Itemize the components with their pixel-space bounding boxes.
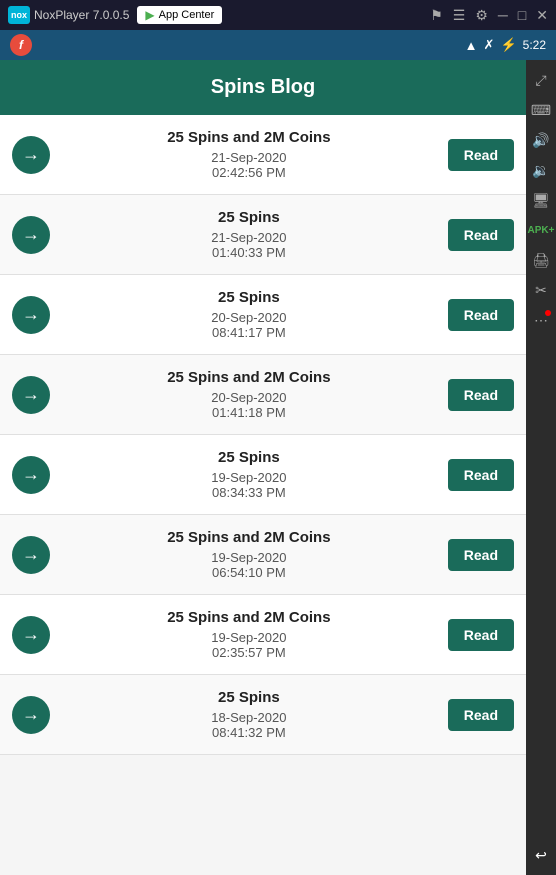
app-header: Spins Blog: [0, 60, 526, 115]
right-sidebar: ⤢ ⌨ 🔊 🔉 🖥 APK+ 🖨 ✂ ⋯ ↩: [526, 60, 556, 875]
expand-icon[interactable]: ⤢: [529, 68, 553, 92]
blog-date-4: 20-Sep-2020: [60, 390, 438, 405]
blog-info-8: 25 Spins 18-Sep-2020 08:41:32 PM: [50, 689, 448, 740]
blog-list-item: → 25 Spins 20-Sep-2020 08:41:17 PM Read: [0, 275, 526, 355]
blog-time-4: 01:41:18 PM: [60, 405, 438, 420]
read-button-6[interactable]: Read: [448, 539, 514, 571]
more-icon[interactable]: ⋯: [529, 308, 553, 332]
battery-charge-icon: ⚡: [500, 37, 516, 53]
nox-title: NoxPlayer 7.0.0.5: [34, 8, 129, 22]
blog-list-item: → 25 Spins 19-Sep-2020 08:34:33 PM Read: [0, 435, 526, 515]
blog-info-5: 25 Spins 19-Sep-2020 08:34:33 PM: [50, 449, 448, 500]
arrow-button-2[interactable]: →: [12, 216, 50, 254]
scissors-icon[interactable]: ✂: [529, 278, 553, 302]
status-time: 5:22: [523, 38, 546, 52]
blog-date-3: 20-Sep-2020: [60, 310, 438, 325]
arrow-button-8[interactable]: →: [12, 696, 50, 734]
title-bar-right: ⚑ ☰ ⚙ ─ □ ✕: [430, 7, 548, 24]
play-icon: ▶: [145, 8, 154, 22]
blog-date-2: 21-Sep-2020: [60, 230, 438, 245]
blog-list-item: → 25 Spins 18-Sep-2020 08:41:32 PM Read: [0, 675, 526, 755]
blog-info-3: 25 Spins 20-Sep-2020 08:41:17 PM: [50, 289, 448, 340]
read-button-8[interactable]: Read: [448, 699, 514, 731]
blog-time-2: 01:40:33 PM: [60, 245, 438, 260]
back-icon[interactable]: ↩: [529, 843, 553, 867]
blog-title-5: 25 Spins: [60, 449, 438, 466]
title-bar-left: nox NoxPlayer 7.0.0.5 ▶ App Center: [8, 6, 222, 24]
blog-time-3: 08:41:17 PM: [60, 325, 438, 340]
blog-time-6: 06:54:10 PM: [60, 565, 438, 580]
read-button-3[interactable]: Read: [448, 299, 514, 331]
blog-list-item: → 25 Spins and 2M Coins 20-Sep-2020 01:4…: [0, 355, 526, 435]
nox-logo-icon: nox: [8, 6, 30, 24]
blog-list-item: → 25 Spins and 2M Coins 19-Sep-2020 02:3…: [0, 595, 526, 675]
status-bar: f ▲ ✗ ⚡ 5:22: [0, 30, 556, 60]
arrow-button-1[interactable]: →: [12, 136, 50, 174]
close-button[interactable]: ✕: [536, 7, 548, 24]
arrow-button-5[interactable]: →: [12, 456, 50, 494]
blog-info-2: 25 Spins 21-Sep-2020 01:40:33 PM: [50, 209, 448, 260]
blog-date-6: 19-Sep-2020: [60, 550, 438, 565]
arrow-button-6[interactable]: →: [12, 536, 50, 574]
blog-time-5: 08:34:33 PM: [60, 485, 438, 500]
keyboard-icon[interactable]: ⌨: [529, 98, 553, 122]
blog-title-2: 25 Spins: [60, 209, 438, 226]
blog-list: → 25 Spins and 2M Coins 21-Sep-2020 02:4…: [0, 115, 526, 755]
blog-time-8: 08:41:32 PM: [60, 725, 438, 740]
blog-list-item: → 25 Spins and 2M Coins 19-Sep-2020 06:5…: [0, 515, 526, 595]
add-apk-icon[interactable]: APK+: [529, 218, 553, 242]
blog-list-item: → 25 Spins 21-Sep-2020 01:40:33 PM Read: [0, 195, 526, 275]
read-button-1[interactable]: Read: [448, 139, 514, 171]
blog-time-1: 02:42:56 PM: [60, 165, 438, 180]
blog-date-8: 18-Sep-2020: [60, 710, 438, 725]
screen-icon[interactable]: 🖥: [529, 188, 553, 212]
wifi-icon: ▲: [465, 38, 478, 53]
volume-down-icon[interactable]: 🔉: [529, 158, 553, 182]
menu-icon[interactable]: ☰: [453, 7, 466, 24]
arrow-button-7[interactable]: →: [12, 616, 50, 654]
blog-info-1: 25 Spins and 2M Coins 21-Sep-2020 02:42:…: [50, 129, 448, 180]
blog-info-7: 25 Spins and 2M Coins 19-Sep-2020 02:35:…: [50, 609, 448, 660]
read-button-4[interactable]: Read: [448, 379, 514, 411]
blog-info-4: 25 Spins and 2M Coins 20-Sep-2020 01:41:…: [50, 369, 448, 420]
blog-date-5: 19-Sep-2020: [60, 470, 438, 485]
blog-list-item: → 25 Spins and 2M Coins 21-Sep-2020 02:4…: [0, 115, 526, 195]
signal-off-icon: ✗: [484, 37, 495, 53]
blog-title-7: 25 Spins and 2M Coins: [60, 609, 438, 626]
blog-title-6: 25 Spins and 2M Coins: [60, 529, 438, 546]
app-center-button[interactable]: ▶ App Center: [137, 6, 222, 24]
flag-icon[interactable]: ⚑: [430, 7, 443, 24]
blog-title-8: 25 Spins: [60, 689, 438, 706]
arrow-button-4[interactable]: →: [12, 376, 50, 414]
minimize-button[interactable]: ─: [498, 7, 508, 23]
print-icon[interactable]: 🖨: [529, 248, 553, 272]
blog-title-4: 25 Spins and 2M Coins: [60, 369, 438, 386]
main-content: Spins Blog → 25 Spins and 2M Coins 21-Se…: [0, 60, 526, 875]
blog-info-6: 25 Spins and 2M Coins 19-Sep-2020 06:54:…: [50, 529, 448, 580]
maximize-button[interactable]: □: [518, 7, 526, 23]
blog-date-7: 19-Sep-2020: [60, 630, 438, 645]
blog-time-7: 02:35:57 PM: [60, 645, 438, 660]
status-bar-right: ▲ ✗ ⚡ 5:22: [465, 37, 546, 53]
read-button-2[interactable]: Read: [448, 219, 514, 251]
app-center-label: App Center: [159, 9, 215, 21]
blog-title-3: 25 Spins: [60, 289, 438, 306]
nox-player-icon: f: [10, 34, 32, 56]
page-title: Spins Blog: [211, 76, 315, 98]
nox-logo: nox NoxPlayer 7.0.0.5: [8, 6, 129, 24]
volume-up-icon[interactable]: 🔊: [529, 128, 553, 152]
settings-icon[interactable]: ⚙: [475, 7, 488, 24]
arrow-button-3[interactable]: →: [12, 296, 50, 334]
read-button-5[interactable]: Read: [448, 459, 514, 491]
blog-title-1: 25 Spins and 2M Coins: [60, 129, 438, 146]
blog-date-1: 21-Sep-2020: [60, 150, 438, 165]
status-bar-left: f: [10, 34, 32, 56]
title-bar: nox NoxPlayer 7.0.0.5 ▶ App Center ⚑ ☰ ⚙…: [0, 0, 556, 30]
read-button-7[interactable]: Read: [448, 619, 514, 651]
